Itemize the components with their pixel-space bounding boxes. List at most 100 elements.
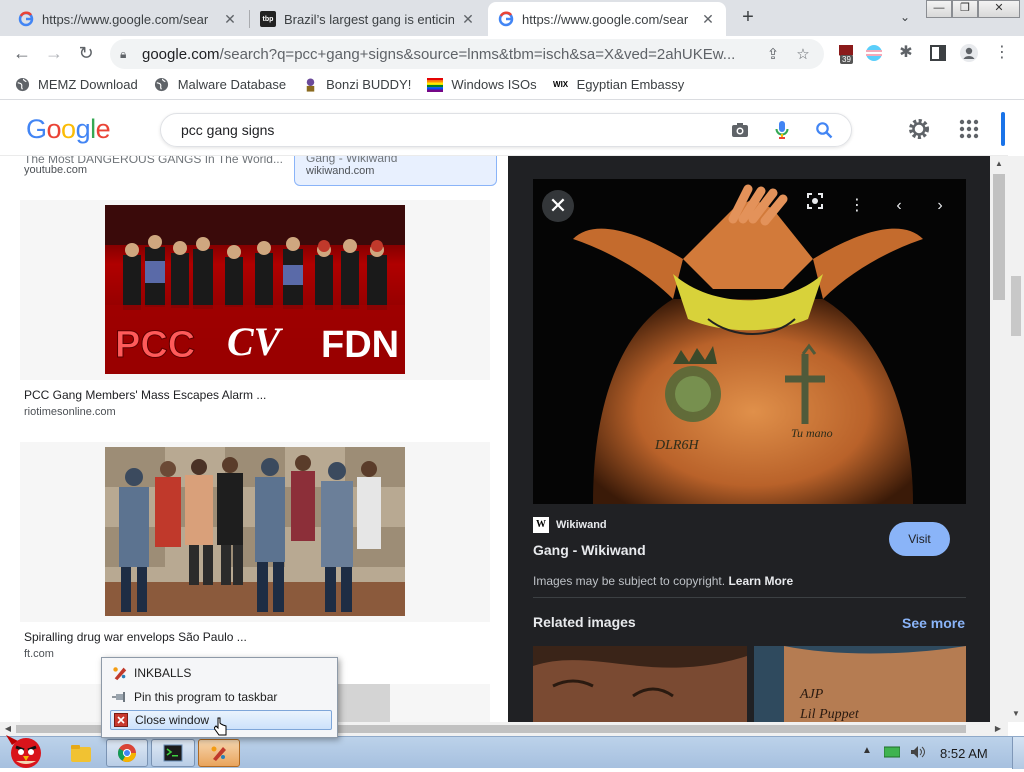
preview-scrollbar[interactable]: ▲ [990,156,1008,722]
google-icon [498,11,514,27]
minimize-button[interactable]: — [926,0,952,18]
result-title[interactable]: PCC Gang Members' Mass Escapes Alarm ... [24,388,266,402]
close-window-icon [113,712,129,728]
taskbar-terminal[interactable] [151,739,195,767]
tab-strip: https://www.google.com/sear ✕ tbp Brazil… [0,0,1024,36]
image-text-cv: CV [227,319,284,364]
browser-toolbar: ← → ↻ 🔒︎ google.com/search?q=pcc+gang+si… [0,36,1024,70]
scroll-up-arrow-icon[interactable]: ▲ [991,159,1007,168]
url-text[interactable]: google.com/search?q=pcc+gang+signs&sourc… [142,46,754,63]
camera-lens-icon[interactable] [725,115,755,145]
selected-result-card[interactable]: Gang - Wikiwand wikiwand.com [294,156,497,186]
image-preview-panel: DLR6H Tu mano ✕ ⋮ ‹ › W Wikiwand Gang - … [508,156,990,722]
profile-avatar-icon[interactable] [959,43,979,63]
jumplist-pin-to-taskbar[interactable]: Pin this program to taskbar [110,687,332,707]
result-source[interactable]: riotimesonline.com [24,406,116,418]
scroll-right-arrow-icon[interactable]: ▶ [990,724,1006,733]
jumplist-label: Close window [135,713,210,727]
previous-image-icon[interactable]: ‹ [885,192,913,220]
bookmark-windows-isos[interactable]: Windows ISOs [427,77,537,93]
result-image-police-raid[interactable] [105,447,405,616]
restore-button[interactable]: ❐ [952,0,978,18]
extension-badge: 39 [840,55,853,64]
taskbar-clock[interactable]: 8:52 AM [940,746,988,761]
inkballs-icon [211,746,226,761]
search-input[interactable] [181,122,725,138]
scrollbar-thumb[interactable] [993,174,1005,300]
result-image-partial[interactable] [330,684,390,722]
settings-gear-icon[interactable] [907,117,931,141]
svg-text:Tu mano: Tu mano [791,426,833,440]
jumplist-app-inkballs[interactable]: INKBALLS [110,663,332,683]
explorer-folder-icon[interactable] [62,739,100,767]
more-options-icon[interactable]: ⋮ [843,192,871,220]
tab-google-search-1[interactable]: https://www.google.com/sear ✕ [8,2,248,36]
related-image-1[interactable] [533,646,747,722]
page-scrollbar[interactable]: ▼ [1008,156,1024,722]
share-icon[interactable]: ⇪ [762,45,784,63]
rainbow-flag-icon [427,77,444,93]
extension-icon[interactable]: 39 [836,43,856,64]
close-button[interactable]: ✕ [978,0,1020,18]
chevron-down-icon[interactable]: ⌄ [895,7,915,27]
result-title[interactable]: Spiralling drug war envelops São Paulo .… [24,630,247,644]
tab-close-icon[interactable]: ✕ [460,11,476,27]
tab-title: Brazil’s largest gang is enticin [284,11,454,27]
volume-icon[interactable] [910,745,926,759]
tab-close-icon[interactable]: ✕ [700,11,716,27]
result-source: wikiwand.com [306,165,375,177]
tab-brazil-gang[interactable]: tbp Brazil’s largest gang is enticin ✕ [250,2,486,36]
see-more-link[interactable]: See more [902,615,965,631]
bookmarks-bar: MEMZ Download Malware Database Bonzi BUD… [0,70,1024,100]
back-arrow-icon[interactable]: ← [10,41,34,65]
reload-icon[interactable]: ↻ [74,41,98,65]
side-panel-icon[interactable] [928,43,948,63]
tab-close-icon[interactable]: ✕ [222,11,238,27]
scroll-down-arrow-icon[interactable]: ▼ [1008,709,1024,718]
bookmark-memz[interactable]: MEMZ Download [14,77,138,93]
visit-button[interactable]: Visit [889,522,950,556]
new-tab-button[interactable]: + [736,6,760,30]
account-button-edge[interactable] [1001,112,1005,146]
scrollbar-thumb[interactable] [1011,276,1021,336]
bookmark-label: Malware Database [177,77,287,92]
learn-more-link[interactable]: Learn More [728,574,793,588]
preview-image[interactable]: DLR6H Tu mano [533,179,966,504]
next-image-icon[interactable]: › [926,192,954,220]
google-logo[interactable]: Google [26,114,111,145]
bookmark-star-icon[interactable]: ☆ [792,45,814,63]
result-image-pcc-cv-fdn[interactable]: PCC CV FDN [105,205,405,374]
globe-icon [14,77,30,93]
tab-title: https://www.google.com/sear [522,11,689,27]
preview-site-name[interactable]: Wikiwand [556,519,607,531]
divider [533,597,966,598]
network-icon[interactable] [883,745,901,759]
result-source[interactable]: ft.com [24,648,54,660]
wikiwand-logo-icon: W [533,517,549,533]
copyright-notice: Images may be subject to copyright. Lear… [533,574,794,588]
microphone-icon[interactable] [767,115,797,145]
kebab-menu-icon[interactable]: ⋮ [992,43,1012,63]
preview-close-button[interactable]: ✕ [542,190,574,222]
trans-flag-icon[interactable] [864,43,884,63]
address-bar[interactable]: 🔒︎ google.com/search?q=pcc+gang+signs&so… [110,39,824,69]
preview-title[interactable]: Gang - Wikiwand [533,542,646,558]
forward-arrow-icon[interactable]: → [42,41,66,65]
search-icon[interactable] [809,115,839,145]
bookmark-malware-database[interactable]: Malware Database [154,77,286,93]
show-desktop-button[interactable] [1012,737,1024,769]
tab-google-search-active[interactable]: https://www.google.com/sear ✕ [488,2,726,36]
bookmark-bonzi-buddy[interactable]: Bonzi BUDDY! [302,77,411,93]
visual-search-lens-icon[interactable] [801,192,829,220]
taskbar-chrome[interactable] [106,739,148,767]
start-button-angry-bird-icon[interactable] [4,731,48,769]
puzzle-extensions-icon[interactable]: ✱ [896,43,916,63]
google-apps-grid-icon[interactable] [958,118,980,140]
bookmark-egyptian-embassy[interactable]: WIX Egyptian Embassy [553,77,684,93]
bookmark-label: Windows ISOs [451,77,537,92]
taskbar-inkballs[interactable] [198,739,240,767]
tab-title: https://www.google.com/sear [42,11,209,27]
tray-chevron-up-icon[interactable]: ▲ [862,745,872,756]
related-image-2[interactable]: AJP Lil Puppet [754,646,966,722]
result-source[interactable]: youtube.com [24,164,87,176]
